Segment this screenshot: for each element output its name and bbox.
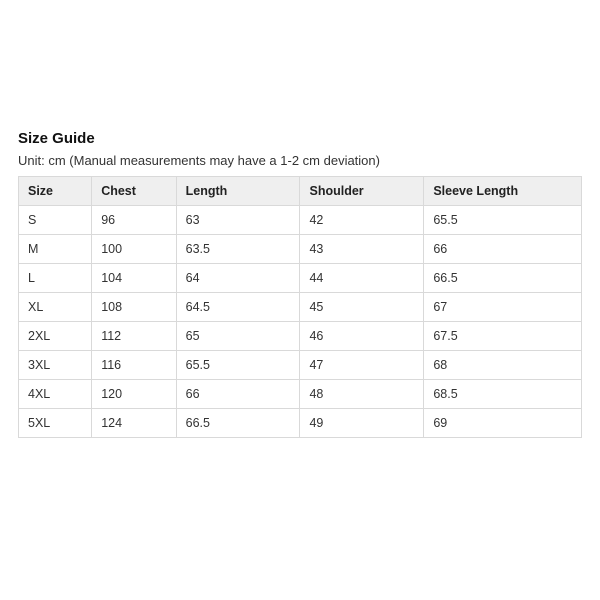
cell-length: 65.5 <box>176 351 300 380</box>
cell-chest: 116 <box>92 351 176 380</box>
cell-sleeve: 68 <box>424 351 582 380</box>
cell-sleeve: 66 <box>424 235 582 264</box>
cell-size: 5XL <box>19 409 92 438</box>
header-length: Length <box>176 177 300 206</box>
cell-size: S <box>19 206 92 235</box>
table-row: XL10864.54567 <box>19 293 582 322</box>
header-size: Size <box>19 177 92 206</box>
cell-sleeve: 69 <box>424 409 582 438</box>
cell-chest: 96 <box>92 206 176 235</box>
cell-shoulder: 47 <box>300 351 424 380</box>
cell-chest: 104 <box>92 264 176 293</box>
cell-chest: 100 <box>92 235 176 264</box>
cell-size: 2XL <box>19 322 92 351</box>
cell-size: XL <box>19 293 92 322</box>
cell-chest: 108 <box>92 293 176 322</box>
table-row: M10063.54366 <box>19 235 582 264</box>
cell-sleeve: 68.5 <box>424 380 582 409</box>
cell-length: 63.5 <box>176 235 300 264</box>
table-row: 3XL11665.54768 <box>19 351 582 380</box>
cell-size: L <box>19 264 92 293</box>
cell-sleeve: 67.5 <box>424 322 582 351</box>
table-row: 4XL120664868.5 <box>19 380 582 409</box>
page-title: Size Guide <box>18 130 582 147</box>
cell-shoulder: 46 <box>300 322 424 351</box>
cell-length: 64.5 <box>176 293 300 322</box>
cell-shoulder: 48 <box>300 380 424 409</box>
cell-size: 3XL <box>19 351 92 380</box>
size-guide-table: Size Chest Length Shoulder Sleeve Length… <box>18 176 582 438</box>
cell-size: 4XL <box>19 380 92 409</box>
header-shoulder: Shoulder <box>300 177 424 206</box>
cell-chest: 120 <box>92 380 176 409</box>
header-sleeve: Sleeve Length <box>424 177 582 206</box>
table-row: L104644466.5 <box>19 264 582 293</box>
cell-sleeve: 67 <box>424 293 582 322</box>
cell-size: M <box>19 235 92 264</box>
cell-length: 66 <box>176 380 300 409</box>
table-row: S96634265.5 <box>19 206 582 235</box>
table-row: 2XL112654667.5 <box>19 322 582 351</box>
header-chest: Chest <box>92 177 176 206</box>
table-header-row: Size Chest Length Shoulder Sleeve Length <box>19 177 582 206</box>
cell-shoulder: 49 <box>300 409 424 438</box>
cell-shoulder: 45 <box>300 293 424 322</box>
cell-length: 65 <box>176 322 300 351</box>
cell-sleeve: 66.5 <box>424 264 582 293</box>
cell-sleeve: 65.5 <box>424 206 582 235</box>
cell-length: 63 <box>176 206 300 235</box>
cell-length: 66.5 <box>176 409 300 438</box>
cell-shoulder: 42 <box>300 206 424 235</box>
cell-chest: 124 <box>92 409 176 438</box>
unit-note: Unit: cm (Manual measurements may have a… <box>18 153 582 168</box>
cell-length: 64 <box>176 264 300 293</box>
cell-shoulder: 43 <box>300 235 424 264</box>
cell-shoulder: 44 <box>300 264 424 293</box>
table-row: 5XL12466.54969 <box>19 409 582 438</box>
cell-chest: 112 <box>92 322 176 351</box>
